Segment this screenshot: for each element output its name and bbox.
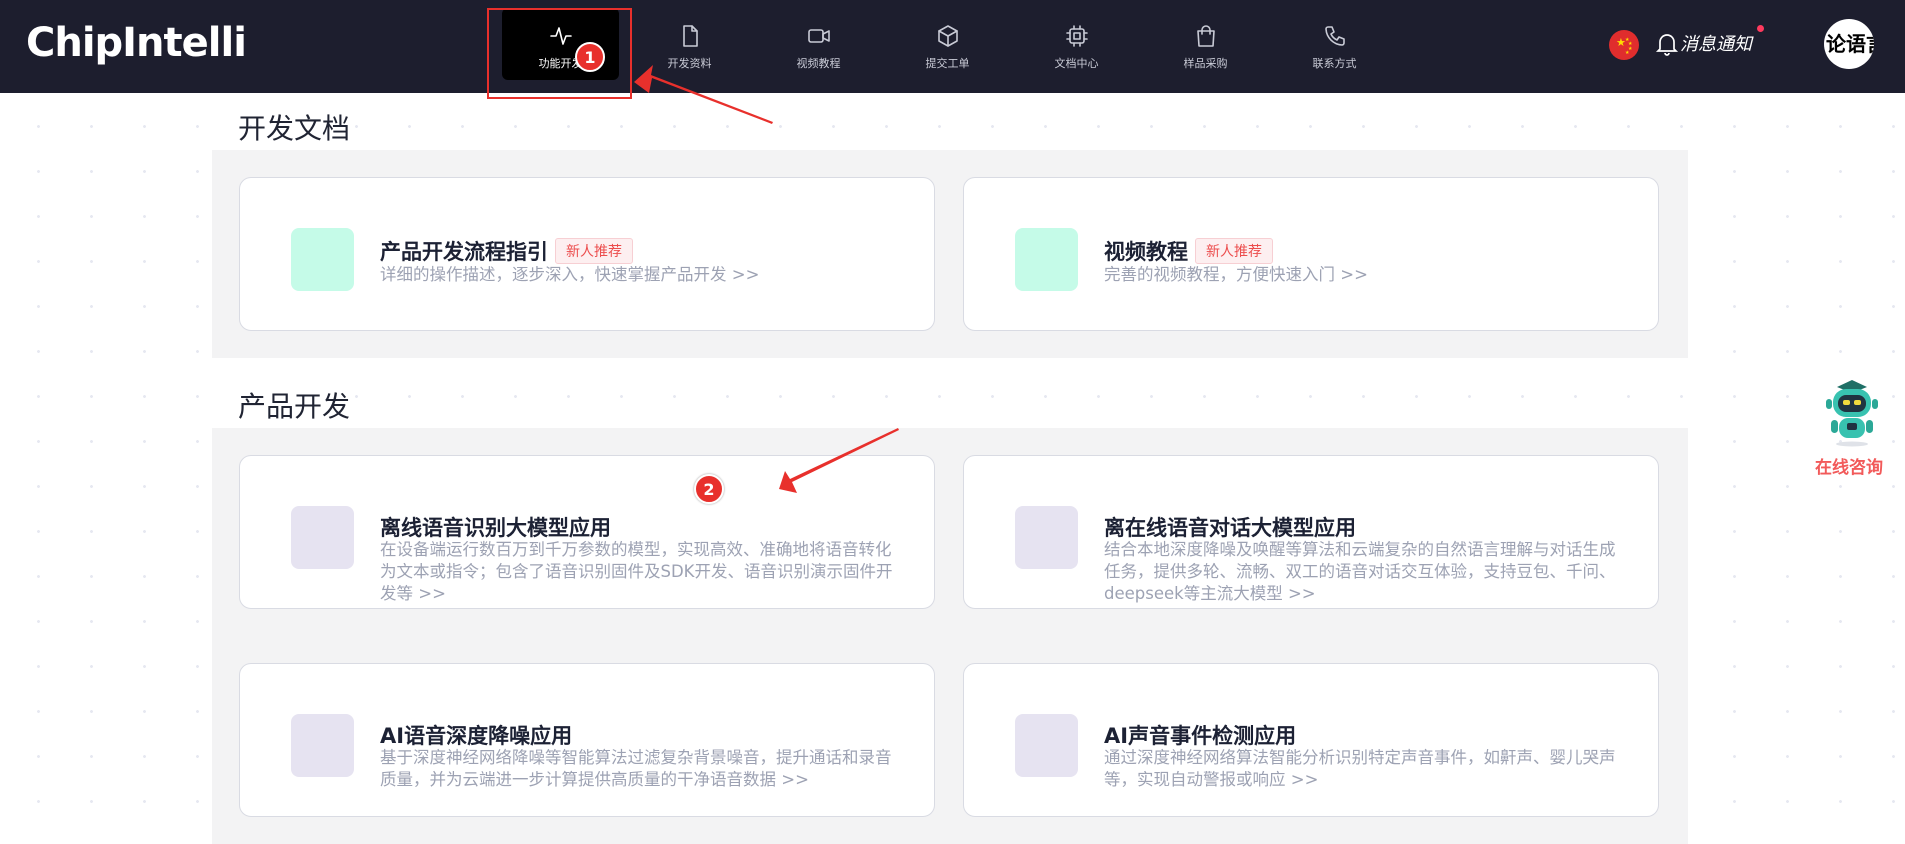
card-ai-noise-reduction[interactable]: AI语音深度降噪应用 基于深度神经网络降噪等智能算法过滤复杂背景噪音，提升通话和…	[239, 663, 935, 817]
header-edge	[1897, 0, 1905, 93]
box-icon	[935, 23, 961, 49]
nav-item-doc-center[interactable]: 文档中心	[1012, 0, 1141, 93]
phone-icon	[1322, 23, 1348, 49]
recommend-badge: 新人推荐	[1195, 238, 1273, 264]
card-title: AI声音事件检测应用	[1104, 724, 1297, 748]
card-description: 通过深度神经网络算法智能分析识别特定声音事件，如鼾声、婴儿哭声等，实现自动警报或…	[1104, 748, 1616, 789]
card-icon	[1015, 228, 1078, 291]
card-icon	[1015, 714, 1078, 777]
card-icon	[291, 228, 354, 291]
card-title: 产品开发流程指引 新人推荐	[380, 236, 633, 266]
nav-label: 开发资料	[667, 56, 712, 70]
notification-link[interactable]: 消息通知	[1680, 30, 1752, 56]
video-icon	[806, 23, 832, 49]
chip-icon	[1064, 23, 1090, 49]
card-icon	[291, 506, 354, 569]
nav-label: 提交工单	[925, 56, 970, 70]
notification-dot	[1757, 25, 1764, 32]
nav-item-sample-purchase[interactable]: 样品采购	[1141, 0, 1270, 93]
nav-item-contact[interactable]: 联系方式	[1270, 0, 1399, 93]
card-icon	[1015, 506, 1078, 569]
highlight-box	[487, 8, 632, 99]
card-offline-asr-llm[interactable]: 离线语音识别大模型应用 在设备端运行数百万到千万参数的模型，实现高效、准确地将语…	[239, 455, 935, 609]
card-description: 详细的操作描述，逐步深入，快速掌握产品开发 >>	[380, 265, 760, 284]
card-description: 在设备端运行数百万到千万参数的模型，实现高效、准确地将语音转化为文本或指令；包含…	[380, 540, 893, 603]
product-dev-panel: 离线语音识别大模型应用 在设备端运行数百万到千万参数的模型，实现高效、准确地将语…	[212, 428, 1688, 844]
card-description: 完善的视频教程，方便快速入门 >>	[1104, 265, 1368, 284]
section-title-product-dev: 产品开发	[238, 390, 351, 423]
card-description: 结合本地深度降噪及唤醒等算法和云端复杂的自然语言理解与对话生成任务，提供多轮、流…	[1104, 540, 1616, 603]
card-description: 基于深度神经网络降噪等智能算法过滤复杂背景噪音，提升通话和录音质量，并为云端进一…	[380, 748, 892, 789]
card-title: 视频教程 新人推荐	[1104, 236, 1273, 266]
card-ai-sound-event-detection[interactable]: AI声音事件检测应用 通过深度神经网络算法智能分析识别特定声音事件，如鼾声、婴儿…	[963, 663, 1659, 817]
file-icon	[677, 23, 703, 49]
shopping-bag-icon	[1193, 23, 1219, 49]
step-marker-1: 1	[575, 42, 605, 72]
nav-label: 视频教程	[796, 56, 841, 70]
recommend-badge: 新人推荐	[555, 238, 633, 264]
section-title-dev-docs: 开发文档	[238, 112, 351, 145]
china-flag-icon[interactable]: ★ ★ ★ ★ ★	[1609, 30, 1639, 60]
robot-icon[interactable]	[1817, 375, 1887, 447]
step-marker-2: 2	[694, 474, 724, 504]
nav-item-dev-materials[interactable]: 开发资料	[625, 0, 754, 93]
card-hybrid-dialog-llm[interactable]: 离在线语音对话大模型应用 结合本地深度降噪及唤醒等算法和云端复杂的自然语言理解与…	[963, 455, 1659, 609]
dev-docs-panel: 产品开发流程指引 新人推荐 详细的操作描述，逐步深入，快速掌握产品开发 >> 视频…	[212, 150, 1688, 358]
card-video-tutorials[interactable]: 视频教程 新人推荐 完善的视频教程，方便快速入门 >>	[963, 177, 1659, 331]
language-switcher[interactable]: 论语言	[1824, 19, 1874, 69]
card-title: 离在线语音对话大模型应用	[1104, 516, 1356, 540]
online-consult-label[interactable]: 在线咨询	[1815, 453, 1883, 478]
card-icon	[291, 714, 354, 777]
card-title: AI语音深度降噪应用	[380, 724, 573, 748]
card-dev-process-guide[interactable]: 产品开发流程指引 新人推荐 详细的操作描述，逐步深入，快速掌握产品开发 >>	[239, 177, 935, 331]
nav-item-video-tutorials[interactable]: 视频教程	[754, 0, 883, 93]
nav-label: 文档中心	[1054, 56, 1099, 70]
top-navbar: ChipIntelli 功能开发 开发资料 视频教程 提交工单 文档中心 样品采…	[0, 0, 1905, 93]
nav-label: 样品采购	[1183, 56, 1228, 70]
nav-item-submit-ticket[interactable]: 提交工单	[883, 0, 1012, 93]
card-title: 离线语音识别大模型应用	[380, 516, 611, 540]
nav-label: 联系方式	[1312, 56, 1357, 70]
logo[interactable]: ChipIntelli	[26, 20, 247, 66]
bell-icon[interactable]	[1655, 31, 1679, 57]
